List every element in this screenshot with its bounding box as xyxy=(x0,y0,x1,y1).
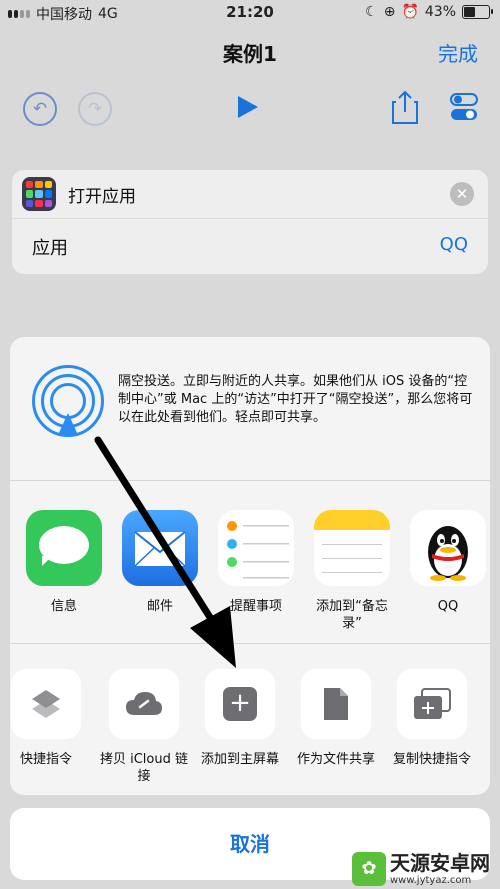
instruction-arrow-icon xyxy=(94,436,236,668)
watermark-logo-icon: ✿ xyxy=(352,852,386,886)
watermark-name: 天源安卓网 xyxy=(390,851,490,875)
watermark-url: www.jytyaz.com xyxy=(390,875,472,886)
watermark: ✿ 天源安卓网 www.jytyaz.com xyxy=(352,851,490,887)
